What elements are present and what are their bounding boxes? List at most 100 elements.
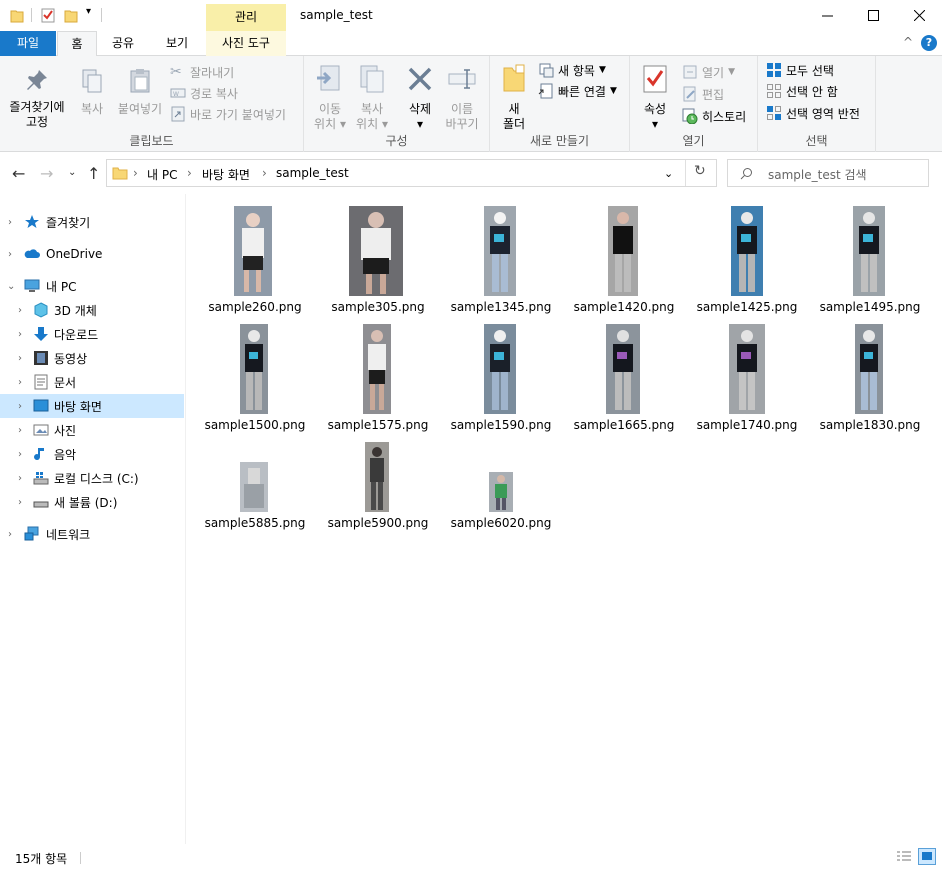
edit-button[interactable]: 편집 [682,84,724,104]
new-folder-icon [503,64,525,92]
rename-button[interactable]: 이름 바꾸기 [442,64,482,132]
minimize-button[interactable] [804,0,850,31]
new-folder-label-line1: 새 [508,102,520,116]
customize-dropdown-icon[interactable]: ▾ [86,6,91,17]
paste-button[interactable]: 붙여넣기 [114,68,166,117]
expand-chevron-icon[interactable]: › [18,425,22,436]
search-icon [740,168,752,180]
sidebar-item-quick-access[interactable]: › 즐겨찾기 [0,210,184,234]
copy-to-button[interactable]: 복사 위치 ▾ [352,64,392,132]
up-arrow-icon[interactable]: ↑ [87,164,100,183]
recent-locations-chevron-icon[interactable]: ⌄ [68,167,76,178]
cut-label: 잘라내기 [190,65,235,80]
file-name: sample1495.png [819,300,921,314]
breadcrumb-desktop[interactable]: 바탕 화면 [202,166,250,183]
new-item-button[interactable]: 새 항목 ▼ [538,60,606,80]
maximize-button[interactable] [850,0,896,31]
easy-access-button[interactable]: 빠른 연결 ▼ [538,81,617,101]
back-arrow-icon[interactable]: ← [12,164,25,183]
folder-icon[interactable] [10,8,24,23]
pin-to-quick-access-button[interactable]: 즐겨찾기에 고정 [4,68,70,130]
search-box[interactable]: sample_test 검색 [727,159,929,187]
invert-selection-button[interactable]: 선택 영역 반전 [766,103,860,123]
tab-picture-tools[interactable]: 사진 도구 [206,31,286,56]
history-button[interactable]: 히스토리 [682,106,746,126]
tab-home[interactable]: 홈 [57,31,97,57]
sidebar-item-videos[interactable]: › 동영상 [0,346,184,370]
file-name: sample1345.png [450,300,552,314]
cube-icon [34,302,48,318]
history-label: 히스토리 [702,109,747,124]
address-dropdown-chevron-icon[interactable]: ⌄ [664,167,673,180]
desktop-icon [33,399,49,412]
delete-button[interactable]: 삭제 ▾ [400,64,440,132]
select-all-button[interactable]: 모두 선택 [766,60,834,80]
close-button[interactable] [896,0,942,31]
ribbon-collapse-chevron-icon[interactable]: ^ [903,35,913,49]
windows-drive-icon [33,472,49,485]
collapse-chevron-icon[interactable]: ⌄ [7,281,15,292]
address-box[interactable]: › 내 PC › 바탕 화면 › sample_test ⌄ ↻ [106,159,717,187]
expand-chevron-icon[interactable]: › [18,401,22,412]
expand-chevron-icon[interactable]: › [18,497,22,508]
cut-button[interactable]: ✂ 잘라내기 [170,62,234,82]
image-thumbnail [608,206,638,296]
properties-button[interactable]: 속성 ▾ [636,64,674,132]
tab-file[interactable]: 파일 [0,31,56,56]
sidebar-item-3d-objects[interactable]: › 3D 개체 [0,298,184,322]
details-view-icon[interactable] [896,850,912,864]
separator [685,160,686,186]
sidebar-item-label: 문서 [54,375,77,390]
expand-chevron-icon[interactable]: › [18,353,22,364]
select-none-label: 선택 안 함 [786,84,838,99]
expand-chevron-icon[interactable]: › [18,377,22,388]
new-folder-icon[interactable] [64,8,78,23]
breadcrumb-this-pc[interactable]: 내 PC [147,166,177,183]
expand-chevron-icon[interactable]: › [18,305,22,316]
select-none-button[interactable]: 선택 안 함 [766,81,838,101]
sidebar-item-this-pc[interactable]: ⌄ 내 PC [0,274,184,298]
sidebar-item-local-disk-c[interactable]: › 로컬 디스크 (C:) [0,466,184,490]
star-icon [25,215,39,228]
invert-selection-icon [767,106,781,120]
forward-arrow-icon[interactable]: → [40,164,53,183]
new-folder-button[interactable]: 새 폴더 [496,64,532,132]
open-icon [683,65,697,79]
expand-chevron-icon[interactable]: › [8,529,12,540]
help-icon[interactable]: ? [921,35,937,51]
expand-chevron-icon[interactable]: › [18,473,22,484]
invert-selection-label: 선택 영역 반전 [786,106,860,121]
file-name: sample5900.png [327,516,429,530]
open-button[interactable]: 열기 ▼ [682,62,735,82]
sidebar-item-downloads[interactable]: › 다운로드 [0,322,184,346]
copy-button[interactable]: 복사 [74,68,110,117]
tab-view[interactable]: 보기 [157,31,197,56]
sidebar-item-volume-d[interactable]: › 새 볼륨 (D:) [0,490,184,514]
image-thumbnail [240,324,268,414]
expand-chevron-icon[interactable]: › [8,217,12,228]
sidebar-item-network[interactable]: › 네트워크 [0,522,184,546]
paste-shortcut-button[interactable]: 바로 가기 붙여넣기 [170,104,286,124]
search-input[interactable]: sample_test 검색 [768,166,867,183]
sidebar-item-onedrive[interactable]: › OneDrive [0,242,184,266]
context-tab-manage: 관리 [206,4,286,31]
move-to-button[interactable]: 이동 위치 ▾ [310,64,350,132]
expand-chevron-icon[interactable]: › [8,249,12,260]
file-name: sample1830.png [819,418,921,432]
separator [31,8,32,22]
copy-path-button[interactable]: W 경로 복사 [170,83,238,103]
copy-icon [82,69,102,93]
sidebar-item-pictures[interactable]: › 사진 [0,418,184,442]
expand-chevron-icon[interactable]: › [18,329,22,340]
sidebar-item-documents[interactable]: › 문서 [0,370,184,394]
sidebar-item-music[interactable]: › 음악 [0,442,184,466]
sidebar-item-desktop[interactable]: › 바탕 화면 [0,394,184,418]
large-icons-view-icon[interactable] [918,848,936,865]
refresh-icon[interactable]: ↻ [694,163,706,179]
breadcrumb-sample-test[interactable]: sample_test [276,166,349,180]
image-thumbnail [853,206,885,296]
tab-share[interactable]: 공유 [103,31,143,56]
close-icon [913,10,925,21]
properties-check-icon[interactable] [41,8,55,23]
expand-chevron-icon[interactable]: › [18,449,22,460]
